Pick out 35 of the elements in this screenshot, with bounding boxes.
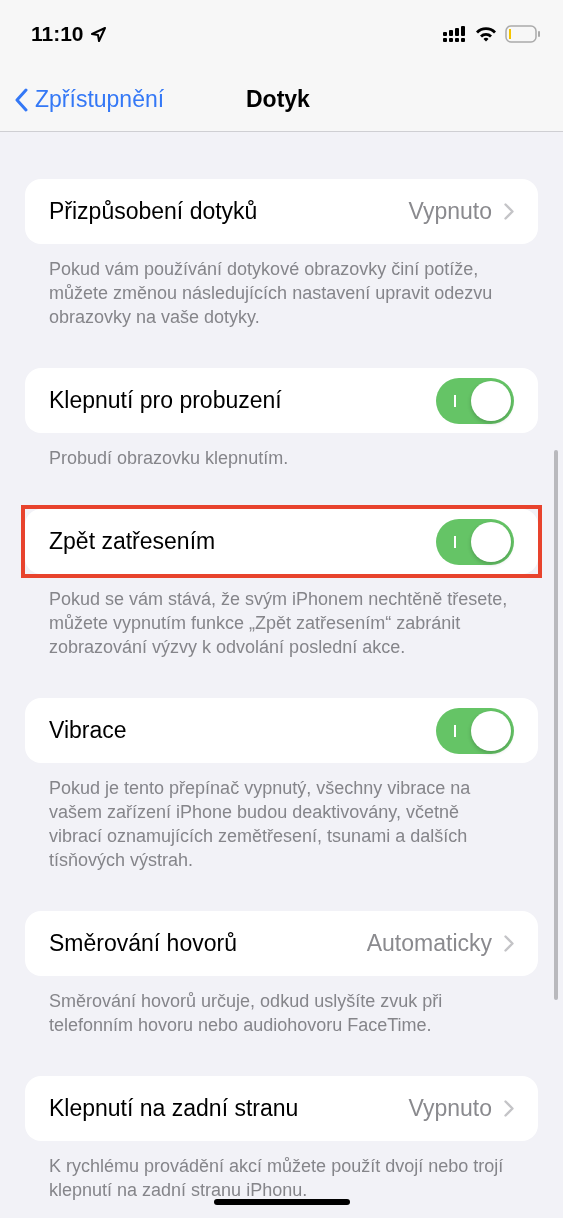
- row-label: Směrování hovorů: [49, 930, 237, 957]
- settings-row[interactable]: Směrování hovorů Automaticky: [25, 911, 538, 976]
- back-link[interactable]: Zpřístupnění: [0, 86, 165, 113]
- settings-row[interactable]: Vibrace: [25, 698, 538, 763]
- back-chevron-icon: [14, 87, 29, 112]
- row-value: Automaticky: [366, 930, 492, 957]
- settings-row[interactable]: Zpět zatřesením: [25, 509, 538, 574]
- section-footer: Pokud vám používání dotykové obrazovky činí potíže, můžete změnou následujících nastavení upravit odezvu obrazovky na vaše dotyky.: [25, 257, 538, 329]
- section-footer: Pokud se vám stává, že svým iPhonem nechtěně třesete, můžete vypnutím funkce „Zpět zatřesením“ zabránit zobrazování výzvy k odvolání poslední akce.: [25, 587, 538, 659]
- row-label: Klepnutí pro probuzení: [49, 387, 282, 414]
- row-label: Klepnutí na zadní stranu: [49, 1095, 299, 1122]
- row-label: Přizpůsobení dotyků: [49, 198, 258, 225]
- battery-icon: [505, 25, 541, 43]
- row-label: Vibrace: [49, 717, 127, 744]
- toggle-switch[interactable]: [436, 707, 514, 754]
- settings-row[interactable]: Klepnutí pro probuzení: [25, 368, 538, 433]
- status-time: 11:10: [31, 22, 84, 46]
- toggle-switch[interactable]: [436, 377, 514, 424]
- section-footer: K rychlému provádění akcí můžete použít dvojí nebo trojí klepnutí na zadní stranu iPhonu.: [25, 1154, 538, 1202]
- settings-row[interactable]: Přizpůsobení dotyků Vypnuto: [25, 179, 538, 244]
- wifi-icon: [475, 26, 497, 42]
- section-footer: Pokud je tento přepínač vypnutý, všechny vibrace na vašem zařízení iPhone budou deaktivovány, včetně vibrací oznamujících zemětřesení, tsunami a dalších tísňových výstrah.: [25, 776, 538, 872]
- chevron-icon: [504, 1100, 514, 1117]
- section-footer: Probudí obrazovku klepnutím.: [25, 446, 538, 470]
- page-title: Dotyk: [246, 86, 310, 113]
- section-footer: Směrování hovorů určuje, odkud uslyšíte zvuk při telefonním hovoru nebo audiohovoru FaceTime.: [25, 989, 538, 1037]
- row-value: Vypnuto: [408, 198, 492, 225]
- signal-icon: [443, 26, 467, 42]
- chevron-icon: [504, 935, 514, 952]
- location-arrow-icon: [89, 25, 107, 43]
- row-label: Zpět zatřesením: [49, 528, 216, 555]
- settings-row[interactable]: Klepnutí na zadní stranu Vypnuto: [25, 1076, 538, 1141]
- row-value: Vypnuto: [408, 1095, 492, 1122]
- chevron-icon: [504, 203, 514, 220]
- toggle-switch[interactable]: [436, 518, 514, 565]
